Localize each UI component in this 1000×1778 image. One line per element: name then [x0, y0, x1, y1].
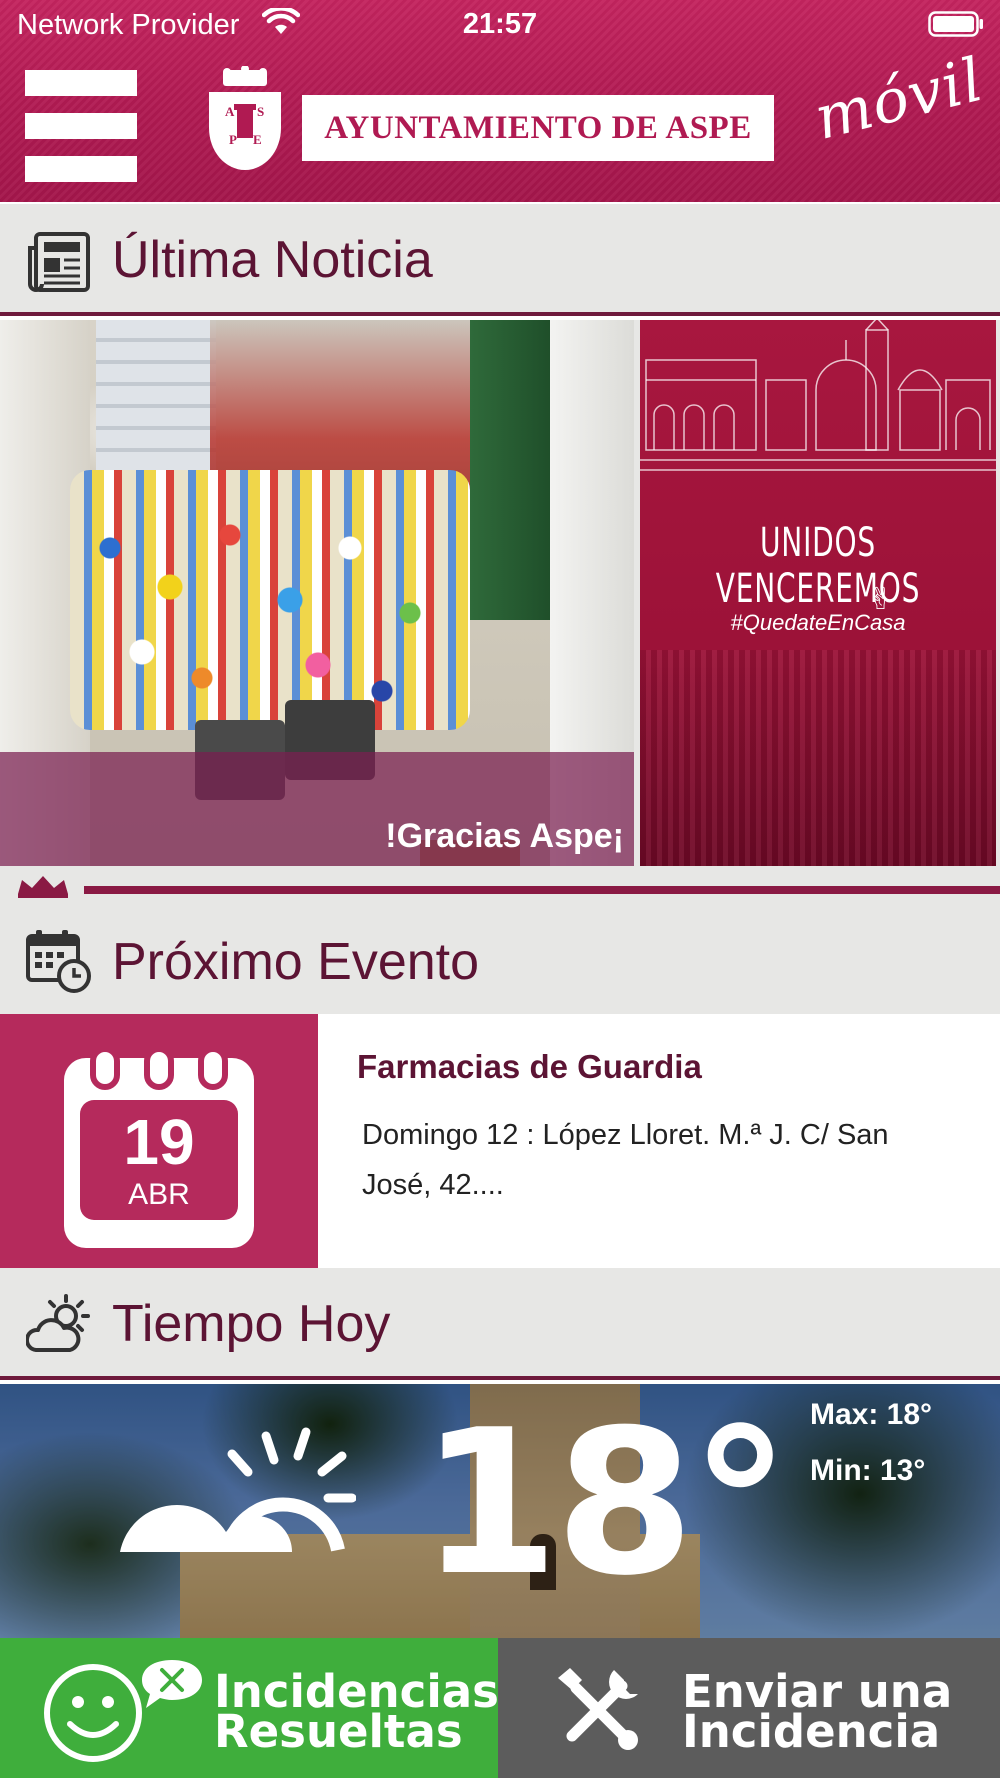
event-title[interactable]: Farmacias de Guardia	[357, 1048, 702, 1086]
svg-text:A: A	[225, 104, 235, 119]
event-description: Domingo 12 : López Lloret. M.ª J. C/ San…	[362, 1119, 889, 1201]
news-photo[interactable]: !Gracias Aspe¡	[0, 320, 634, 866]
news-caption: !Gracias Aspe¡	[385, 817, 624, 855]
calendar-clock-icon	[26, 930, 91, 993]
event-card[interactable]: 19 ABR Farmacias de Guardia Domingo 12 :…	[0, 1014, 1000, 1268]
weather-section-title: Tiempo Hoy	[112, 1295, 391, 1353]
svg-text:P: P	[229, 132, 237, 147]
brand-banner: AYUNTAMIENTO DE ASPE	[302, 95, 774, 161]
news-next-slide[interactable]: UNIDOS VENCEREMOS #QuedateEnCasa ✌	[640, 320, 996, 866]
sun-behind-cloud-icon	[120, 1427, 356, 1552]
svg-text:S: S	[257, 104, 264, 119]
brand-tagline: móvil	[808, 44, 991, 154]
app-header: Network Provider 21:57 A S P E AYUNTAMIE…	[0, 0, 1000, 202]
hamburger-menu-icon[interactable]	[25, 70, 137, 182]
news-caption-band: !Gracias Aspe¡	[0, 752, 634, 866]
battery-icon	[928, 11, 983, 37]
event-date-panel: 19 ABR	[0, 1014, 318, 1268]
event-day: 19	[123, 1106, 195, 1178]
slide-heading: UNIDOS VENCEREMOS	[715, 520, 921, 612]
max-temperature: Max: 18°	[810, 1398, 933, 1431]
status-time: 21:57	[462, 8, 538, 40]
crown-icon	[18, 876, 68, 898]
resolved-incidents-button[interactable]: Incidencias Resueltas	[0, 1638, 498, 1778]
weather-panel[interactable]: 18° Max: 18° Min: 13°	[0, 1384, 1000, 1638]
event-section-title: Próximo Evento	[112, 933, 480, 991]
tools-icon	[558, 1668, 638, 1750]
current-temperature: 18°	[420, 1387, 790, 1620]
news-section-title: Última Noticia	[112, 231, 433, 289]
slide-hashtag: #QuedateEnCasa	[730, 610, 906, 635]
calendar-icon: 19 ABR	[64, 1046, 254, 1250]
carousel-progress-bar	[84, 886, 1000, 894]
speech-bubble-tools-icon	[142, 1660, 202, 1708]
aspe-crest-icon: A S P E	[209, 66, 281, 170]
news-section-header: Última Noticia	[0, 204, 1000, 316]
weather-section-header: Tiempo Hoy	[0, 1268, 1000, 1380]
partly-cloudy-icon	[26, 1294, 90, 1352]
svg-text:E: E	[253, 132, 262, 147]
peace-hand-icon: ✌	[868, 583, 894, 616]
event-month: ABR	[128, 1178, 190, 1211]
event-section-header: Próximo Evento	[0, 906, 1000, 1018]
news-carousel[interactable]: !Gracias Aspe¡ UNIDOS VENCEREMOS #Quedat…	[0, 320, 1000, 866]
min-temperature: Min: 13°	[810, 1454, 926, 1487]
carousel-indicator	[0, 866, 1000, 906]
send-incident-button[interactable]: Enviar una Incidencia	[498, 1638, 1000, 1778]
resolved-incidents-label: Incidencias Resueltas	[214, 1665, 498, 1758]
city-skyline-illustration	[640, 320, 996, 471]
smiley-icon	[44, 1664, 142, 1762]
newspaper-icon	[28, 232, 90, 292]
status-bar: Network Provider 21:57	[0, 0, 1000, 52]
send-incident-label: Enviar una Incidencia	[682, 1665, 953, 1758]
